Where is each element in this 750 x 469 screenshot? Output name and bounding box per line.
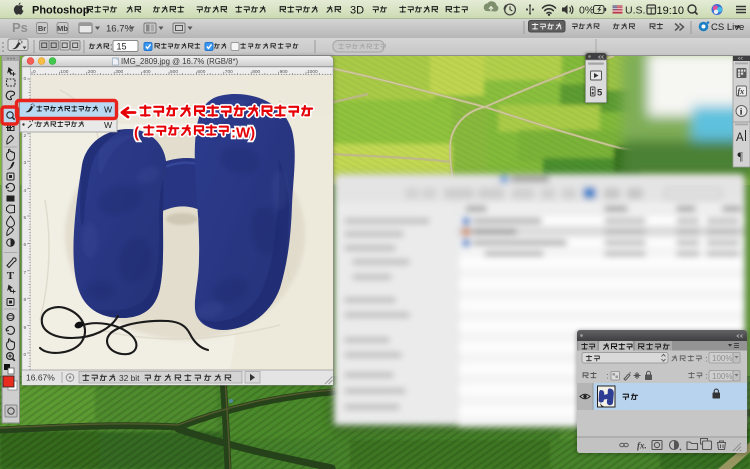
svg-text:Ps: Ps bbox=[12, 20, 28, 35]
svg-text::: : bbox=[706, 355, 708, 364]
svg-text::W): :W) bbox=[231, 125, 255, 142]
svg-text:16.7%: 16.7% bbox=[106, 24, 133, 35]
svg-text:800: 800 bbox=[252, 69, 260, 75]
svg-text::: : bbox=[607, 372, 609, 381]
svg-text:fx: fx bbox=[738, 87, 745, 96]
svg-text:7: 7 bbox=[24, 270, 27, 276]
svg-text:0: 0 bbox=[24, 76, 27, 82]
svg-text:U.S.: U.S. bbox=[625, 5, 645, 17]
svg-text:19:10: 19:10 bbox=[657, 5, 685, 17]
svg-text:T: T bbox=[7, 270, 15, 282]
svg-text:2: 2 bbox=[24, 133, 27, 139]
svg-text:100%: 100% bbox=[712, 372, 732, 381]
svg-text:8: 8 bbox=[24, 297, 27, 303]
svg-text:Mb: Mb bbox=[57, 24, 68, 33]
svg-text:100: 100 bbox=[60, 69, 68, 75]
svg-text:5: 5 bbox=[24, 215, 27, 221]
svg-text:3D: 3D bbox=[350, 5, 364, 17]
svg-text:IMG_2809.jpg @ 16.7% (RGB/8*): IMG_2809.jpg @ 16.7% (RGB/8*) bbox=[121, 57, 239, 66]
svg-text:0%: 0% bbox=[579, 5, 594, 17]
svg-text::: : bbox=[110, 42, 113, 52]
svg-text:700: 700 bbox=[225, 69, 233, 75]
svg-text:32 bit: 32 bit bbox=[119, 373, 140, 383]
svg-text:(: ( bbox=[134, 125, 139, 142]
svg-text:W: W bbox=[104, 120, 113, 130]
svg-text:16.67%: 16.67% bbox=[26, 373, 55, 383]
svg-text:fx.: fx. bbox=[637, 441, 647, 451]
svg-text:0: 0 bbox=[33, 69, 36, 75]
svg-text:200: 200 bbox=[88, 69, 96, 75]
svg-text:900: 900 bbox=[280, 69, 288, 75]
svg-text:A: A bbox=[736, 132, 744, 144]
svg-text:W: W bbox=[104, 105, 113, 115]
svg-text:6: 6 bbox=[24, 242, 27, 248]
svg-text:15: 15 bbox=[117, 41, 127, 51]
svg-text:i: i bbox=[740, 108, 743, 118]
svg-text:5: 5 bbox=[597, 88, 603, 99]
svg-text:1000: 1000 bbox=[307, 69, 318, 75]
svg-text:CS Live: CS Live bbox=[711, 22, 744, 33]
svg-text:600: 600 bbox=[197, 69, 205, 75]
svg-text:3: 3 bbox=[24, 160, 27, 166]
svg-text:4: 4 bbox=[24, 188, 27, 194]
svg-text:Photoshop: Photoshop bbox=[32, 5, 90, 17]
svg-text::: : bbox=[706, 372, 708, 381]
svg-text:¶: ¶ bbox=[738, 149, 744, 163]
svg-text:Br: Br bbox=[38, 24, 46, 33]
svg-text:300: 300 bbox=[115, 69, 123, 75]
svg-text:400: 400 bbox=[143, 69, 151, 75]
svg-text:0: 0 bbox=[24, 352, 27, 358]
svg-text:500: 500 bbox=[170, 69, 178, 75]
svg-text:100%: 100% bbox=[712, 354, 732, 363]
svg-text:9: 9 bbox=[24, 325, 27, 331]
